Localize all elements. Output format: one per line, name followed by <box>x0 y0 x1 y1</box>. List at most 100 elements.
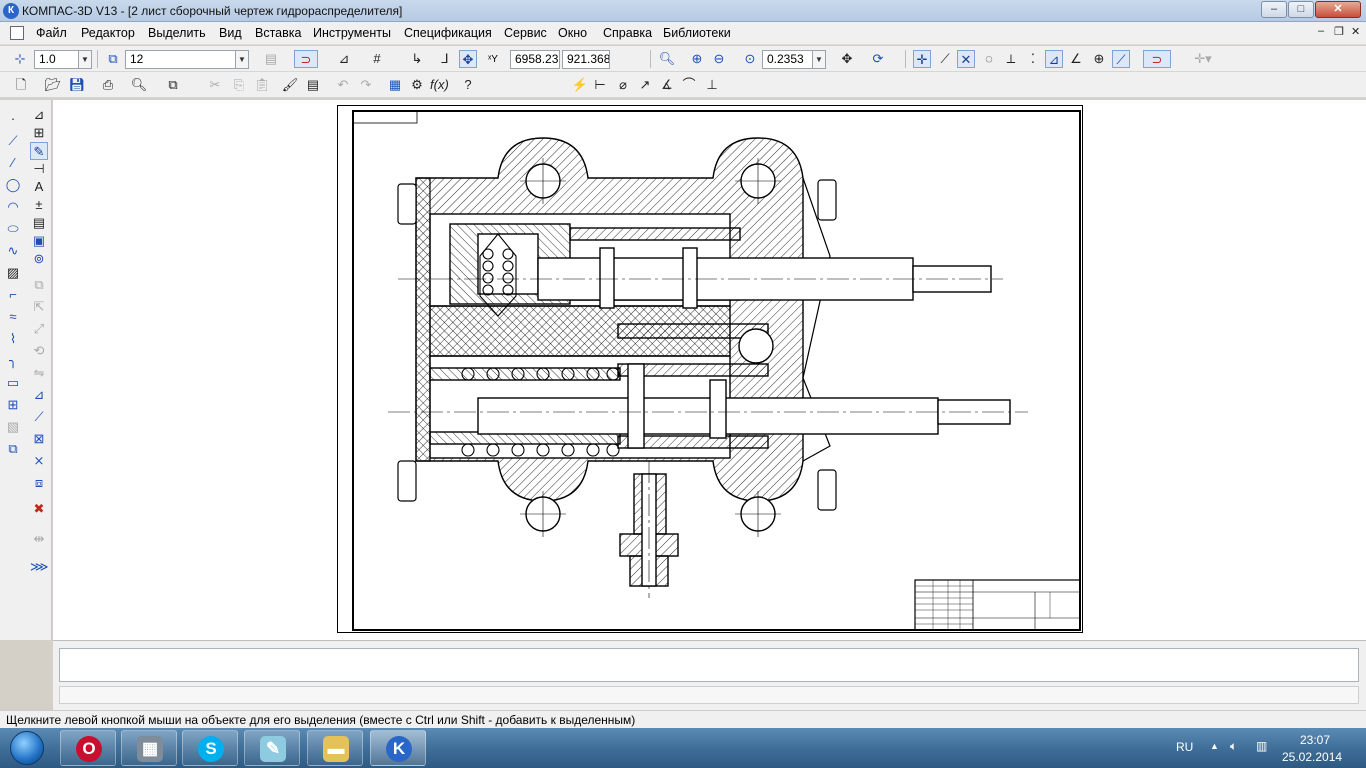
zoom-window-icon[interactable]: 🔍︎ <box>658 50 676 68</box>
hatch-fill-icon[interactable]: ▧ <box>4 418 22 436</box>
taskbar-skype[interactable]: S <box>182 730 238 766</box>
save-icon[interactable]: 💾︎ <box>68 76 86 94</box>
menu-insert[interactable]: Вставка <box>255 26 301 40</box>
zoom-in-icon[interactable]: ⊕ <box>688 50 706 68</box>
menu-specification[interactable]: Спецификация <box>404 26 492 40</box>
format-copy-icon[interactable]: 🖌︎ <box>281 76 299 94</box>
copy-icon[interactable]: ⎘ <box>230 76 248 94</box>
snap-angle-icon[interactable]: ∠ <box>1067 50 1085 68</box>
document-icon[interactable] <box>10 26 24 40</box>
print-icon[interactable]: ⎙ <box>99 76 117 94</box>
snap-endpoint-icon[interactable]: ⊿ <box>1045 50 1063 68</box>
step-icon[interactable]: ⊹ <box>11 50 29 68</box>
layer-dropdown[interactable]: ▼ <box>235 50 249 69</box>
snap-tangent-icon[interactable]: ◌ <box>980 50 998 68</box>
hatch-icon[interactable]: ▨ <box>4 264 22 282</box>
menu-select[interactable]: Выделить <box>148 26 206 40</box>
print-preview-icon[interactable]: 🔍︎ <box>130 76 148 94</box>
step-field[interactable]: 1.0 <box>34 50 79 69</box>
maximize-button[interactable]: □ <box>1288 1 1314 18</box>
move-tool-icon[interactable]: ⇱ <box>30 298 48 316</box>
library-manager-icon[interactable]: ⚙ <box>408 76 426 94</box>
split-tool-icon[interactable]: ⨯ <box>30 452 48 470</box>
dimensions-panel-icon[interactable]: ⊞ <box>30 124 48 142</box>
new-document-icon[interactable]: 🗋︎ <box>12 76 30 94</box>
redo-icon[interactable]: ↷ <box>357 76 375 94</box>
taskbar-explorer[interactable]: ▬ <box>307 730 363 766</box>
cut-icon[interactable]: ✂ <box>206 76 224 94</box>
zoom-scale-icon[interactable]: ⊙ <box>741 50 759 68</box>
menu-window[interactable]: Окно <box>558 26 587 40</box>
view-icon[interactable]: ⊞ <box>4 396 22 414</box>
mdi-minimize-button[interactable]: – <box>1318 25 1324 37</box>
properties-list-icon[interactable]: ▤ <box>304 76 322 94</box>
ortho-icon[interactable]: ⊿ <box>335 50 353 68</box>
circle-icon[interactable]: ◯ <box>4 176 22 194</box>
angle-dimension-icon[interactable]: ∡ <box>658 76 676 94</box>
properties-icon[interactable]: ▤ <box>262 50 280 68</box>
round-coords-icon[interactable]: ✥ <box>459 50 477 68</box>
stretch-tool-icon[interactable]: ⇹ <box>30 530 48 548</box>
undo-icon[interactable]: ↶ <box>334 76 352 94</box>
drawing-sheet[interactable] <box>337 105 1083 633</box>
function-icon[interactable]: f(x) <box>430 76 449 94</box>
open-icon[interactable]: 📂︎ <box>44 76 62 94</box>
menu-editor[interactable]: Редактор <box>81 26 135 40</box>
linear-dimension-icon[interactable]: ⊢ <box>591 76 609 94</box>
spline-icon[interactable]: ≈ <box>4 308 22 326</box>
chamfer-icon[interactable]: ⌐ <box>4 286 22 304</box>
dimension-icon[interactable]: ⚡ <box>571 76 589 94</box>
snap-magnet-icon[interactable]: ⊃ <box>294 50 318 68</box>
point-icon[interactable]: · <box>4 110 22 128</box>
language-indicator[interactable]: RU <box>1176 740 1193 754</box>
command-input-area[interactable] <box>59 648 1359 682</box>
pan-icon[interactable]: ✥ <box>838 50 856 68</box>
mdi-close-button[interactable]: ✕ <box>1351 25 1360 38</box>
spec-panel-icon[interactable]: ▣ <box>30 232 48 250</box>
help-pointer-icon[interactable]: ? <box>459 76 477 94</box>
snap-center-icon[interactable]: ⊕ <box>1090 50 1108 68</box>
mirror-tool-icon[interactable]: ⇋ <box>30 364 48 382</box>
snap-midpoint-icon[interactable]: ⁚ <box>1024 50 1042 68</box>
array-tool-icon[interactable]: ⧈ <box>30 474 48 492</box>
menu-view[interactable]: Вид <box>219 26 242 40</box>
layers-icon[interactable]: ⧉ <box>4 440 22 458</box>
ortho-mode-icon[interactable]: ⅃ <box>436 50 454 68</box>
snap-cross-icon[interactable]: ✕ <box>957 50 975 68</box>
coord-y-field[interactable]: 921.368 <box>562 50 610 69</box>
local-cs-icon[interactable]: ↳ <box>408 50 426 68</box>
kompas-app-icon[interactable]: К <box>3 3 19 19</box>
snap-magnet-icon-2[interactable]: ⊃ <box>1143 50 1171 68</box>
snap-point-on-curve-icon[interactable]: ⟋ <box>1112 50 1130 68</box>
auxiliary-line-icon[interactable]: ⟋ <box>4 132 22 150</box>
volume-icon[interactable]: 🔈︎ <box>1230 739 1237 754</box>
clock-date[interactable]: 25.02.2014 <box>1282 750 1342 764</box>
close-button[interactable]: ✕ <box>1315 1 1361 18</box>
taskbar-opera[interactable]: O <box>60 730 116 766</box>
paste-icon[interactable]: 📋︎ <box>253 76 271 94</box>
show-hidden-icons-icon[interactable]: ▲ <box>1210 741 1219 751</box>
manager-icon[interactable]: ⧉ <box>164 76 182 94</box>
arc-dimension-icon[interactable]: ⌒ <box>680 76 698 94</box>
start-button[interactable] <box>2 729 52 767</box>
polyline-icon[interactable]: ⌇ <box>4 330 22 348</box>
snap-nearest-point-icon[interactable]: ✛ <box>913 50 931 68</box>
coord-x-field[interactable]: 6958.23 <box>510 50 560 69</box>
menu-tools[interactable]: Инструменты <box>313 26 391 40</box>
clock-time[interactable]: 23:07 <box>1300 733 1330 747</box>
offset-tool-icon[interactable]: ⋙ <box>30 558 49 576</box>
refresh-icon[interactable]: ⟳ <box>869 50 887 68</box>
break-tool-icon[interactable]: ⊠ <box>30 430 48 448</box>
zoom-dropdown[interactable]: ▼ <box>812 50 826 69</box>
edit-panel-icon[interactable]: ⊣ <box>30 160 48 178</box>
delete-tool-icon[interactable]: ✖ <box>30 500 48 518</box>
layer-icon[interactable]: ⧉ <box>104 50 122 68</box>
select-panel-icon[interactable]: ▤ <box>30 214 48 232</box>
fillet-icon[interactable]: ╮ <box>4 352 22 370</box>
grid-icon[interactable]: # <box>368 50 386 68</box>
scale-tool-icon[interactable]: ⤢ <box>30 320 48 338</box>
geometry-panel-icon[interactable]: ⊿ <box>30 106 48 124</box>
bezier-icon[interactable]: ∿ <box>4 242 22 260</box>
notation-panel-icon[interactable]: ✎ <box>30 142 48 160</box>
menu-file[interactable]: Файл <box>36 26 67 40</box>
